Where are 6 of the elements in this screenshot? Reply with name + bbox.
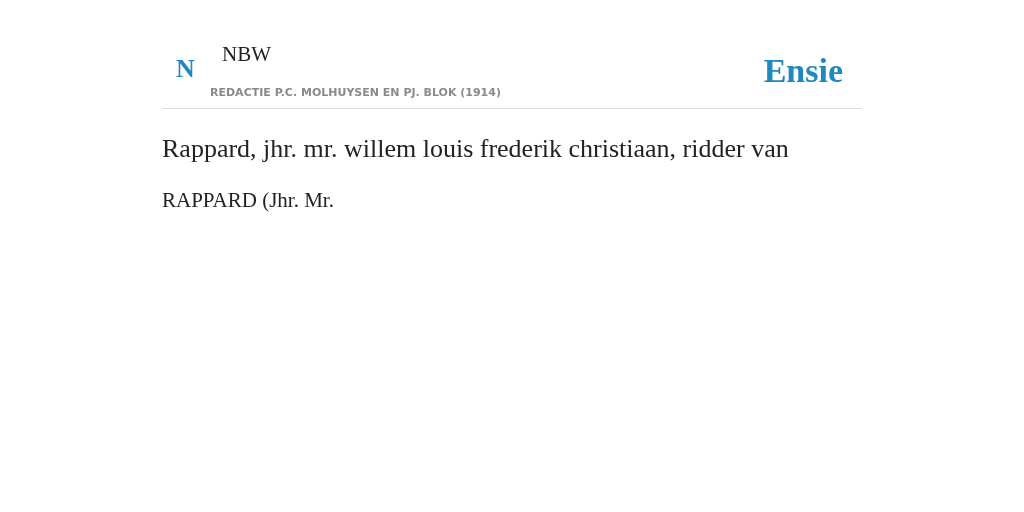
- logo-letter: N: [176, 54, 195, 83]
- article-title: Rappard, jhr. mr. willem louis frederik christiaan, ridder van: [162, 132, 790, 165]
- editors-subtitle: REDACTIE P.C. MOLHUYSEN EN PJ. BLOK (1914): [210, 85, 501, 101]
- article-body: RAPPARD (Jhr. Mr.: [162, 187, 335, 214]
- source-title: NBW: [222, 44, 271, 65]
- brand-logo[interactable]: Ensie: [763, 54, 843, 88]
